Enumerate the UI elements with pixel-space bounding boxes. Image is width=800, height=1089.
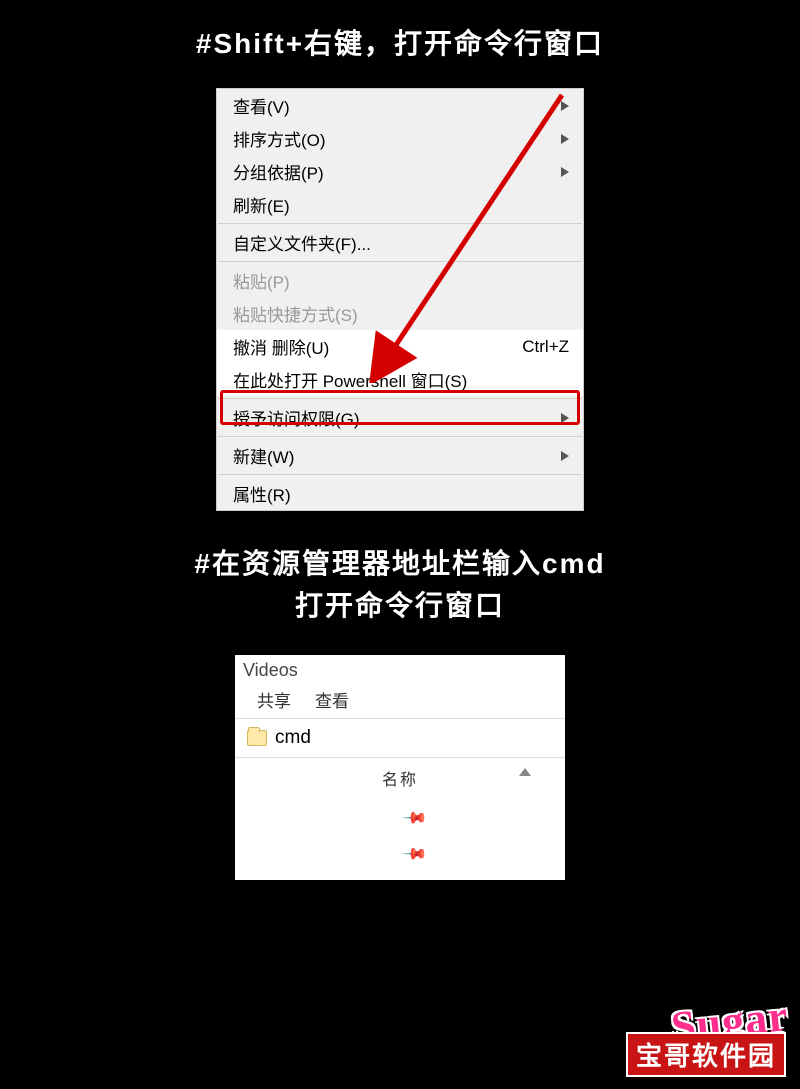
tab-share[interactable]: 共享 (257, 687, 291, 712)
menu-separator (218, 436, 582, 437)
chevron-right-icon (561, 413, 569, 423)
address-input[interactable]: cmd (275, 727, 311, 749)
menu-item-undo-delete[interactable]: 撤消 删除(U) Ctrl+Z (217, 330, 583, 363)
menu-item-custom-folder[interactable]: 自定义文件夹(F)... (217, 226, 583, 259)
menu-separator (218, 261, 582, 262)
keyboard-shortcut: Ctrl+Z (522, 337, 569, 357)
menu-label: 属性(R) (233, 481, 291, 506)
menu-separator (218, 474, 582, 475)
pin-icon: 📌 (401, 840, 429, 868)
context-menu: 查看(V) 排序方式(O) 分组依据(P) 刷新(E) 自定义文件夹(F)...… (216, 88, 584, 511)
heading-line-2: 打开命令行窗口 (295, 590, 505, 621)
menu-separator (218, 398, 582, 399)
ribbon-tabs: 共享 查看 (235, 683, 565, 718)
window-title: Videos (235, 655, 565, 683)
menu-label: 在此处打开 Powershell 窗口(S) (233, 367, 467, 392)
menu-item-properties[interactable]: 属性(R) (217, 477, 583, 510)
chevron-right-icon (561, 167, 569, 177)
folder-icon (247, 730, 267, 746)
menu-label: 撤消 删除(U) (233, 334, 329, 359)
file-explorer-window: Videos 共享 查看 cmd 名称 📌 📌 (235, 655, 565, 880)
column-header[interactable]: 名称 (235, 758, 565, 800)
file-list-area: 📌 📌 (235, 800, 565, 880)
menu-item-group[interactable]: 分组依据(P) (217, 155, 583, 188)
chevron-right-icon (561, 101, 569, 111)
menu-item-grant-access[interactable]: 授予访问权限(G) (217, 401, 583, 434)
chevron-right-icon (561, 451, 569, 461)
menu-label: 自定义文件夹(F)... (233, 230, 371, 255)
menu-label: 新建(W) (233, 443, 294, 468)
menu-item-view[interactable]: 查看(V) (217, 89, 583, 122)
menu-label: 授予访问权限(G) (233, 405, 360, 430)
menu-item-new[interactable]: 新建(W) (217, 439, 583, 472)
menu-item-paste-shortcut: 粘贴快捷方式(S) (217, 297, 583, 330)
address-bar[interactable]: cmd (235, 719, 565, 757)
tutorial-heading-2: #在资源管理器地址栏输入cmd 打开命令行窗口 (0, 543, 800, 627)
menu-item-sort[interactable]: 排序方式(O) (217, 122, 583, 155)
column-name: 名称 (382, 766, 418, 790)
watermark-text: 宝哥软件园 (626, 1032, 786, 1077)
tab-view[interactable]: 查看 (315, 687, 349, 712)
menu-label: 查看(V) (233, 93, 290, 118)
menu-item-powershell[interactable]: 在此处打开 Powershell 窗口(S) (217, 363, 583, 396)
sort-caret-icon (519, 768, 531, 776)
menu-separator (218, 223, 582, 224)
menu-label: 分组依据(P) (233, 159, 324, 184)
menu-label: 粘贴快捷方式(S) (233, 301, 358, 326)
menu-label: 刷新(E) (233, 192, 290, 217)
menu-label: 排序方式(O) (233, 126, 326, 151)
chevron-right-icon (561, 134, 569, 144)
menu-item-refresh[interactable]: 刷新(E) (217, 188, 583, 221)
tutorial-heading-1: #Shift+右键，打开命令行窗口 (0, 22, 800, 62)
menu-item-paste: 粘贴(P) (217, 264, 583, 297)
pin-icon: 📌 (401, 804, 429, 832)
menu-label: 粘贴(P) (233, 268, 290, 293)
heading-line-1: #在资源管理器地址栏输入cmd (194, 548, 605, 579)
